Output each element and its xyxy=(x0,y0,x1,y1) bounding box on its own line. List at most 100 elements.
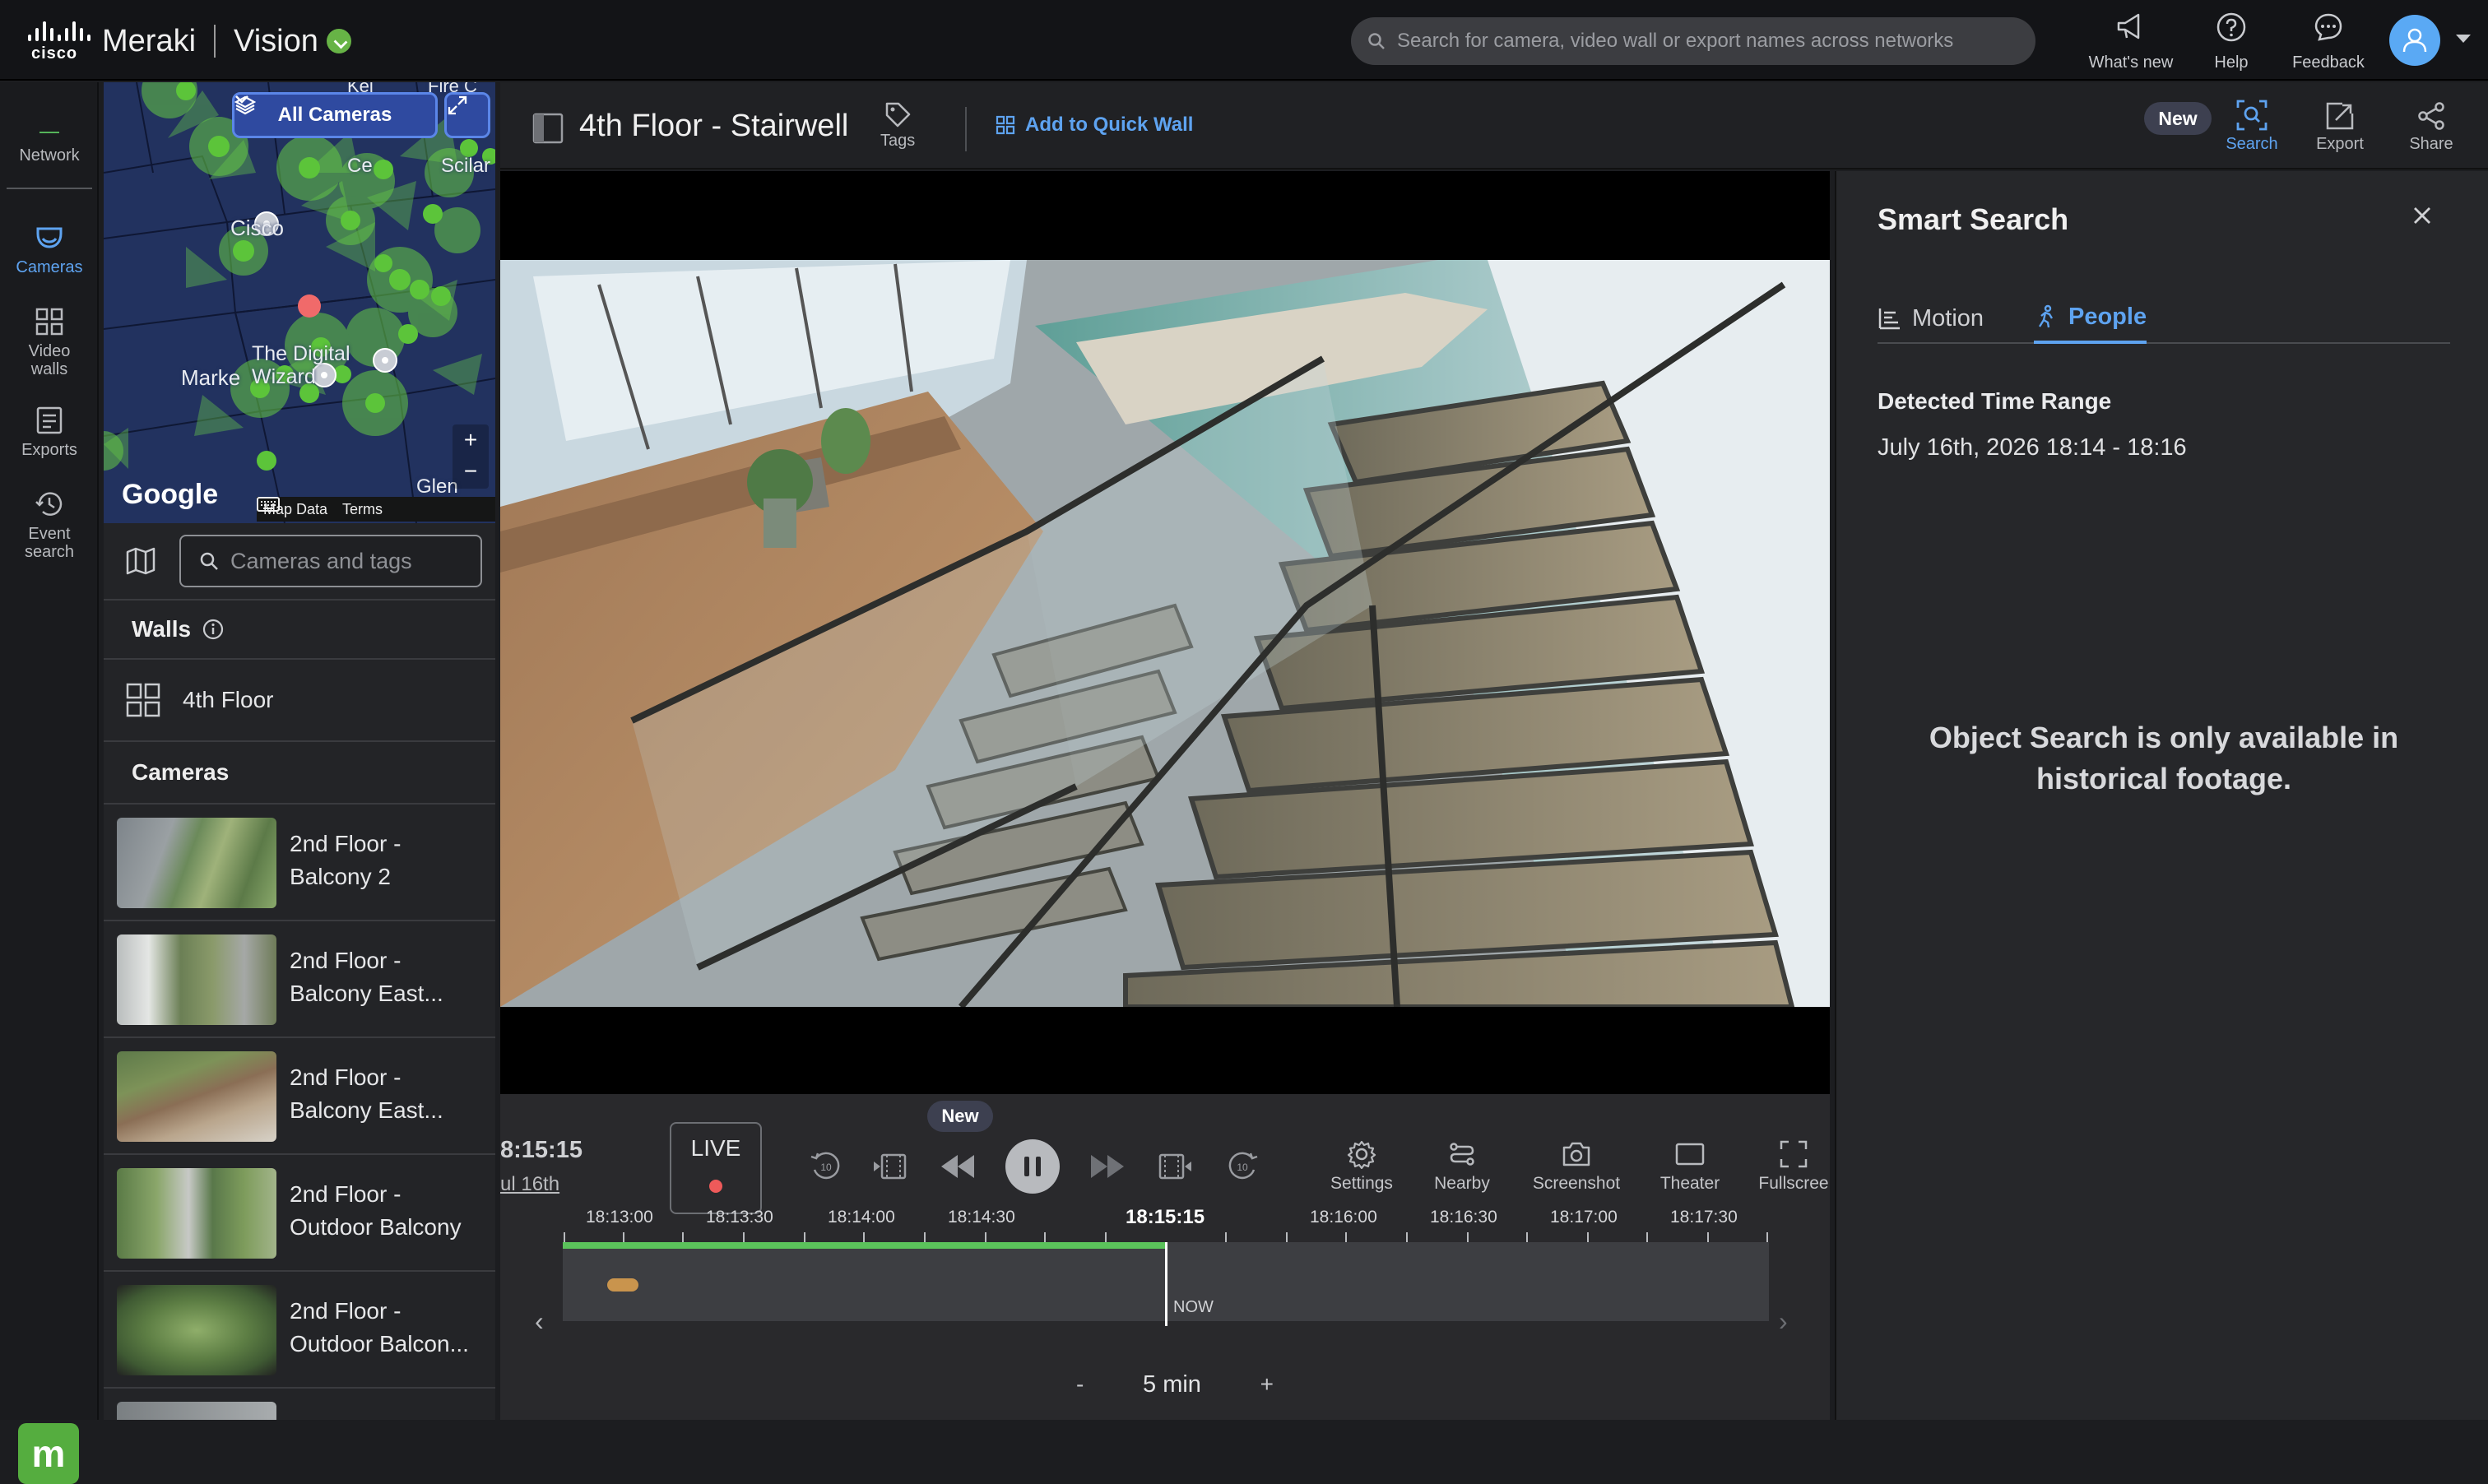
camera-name: 2nd Floor - Balcony 2 xyxy=(290,831,402,889)
brand-logo[interactable]: cisco Meraki Vision xyxy=(28,20,351,63)
zoom-in-button[interactable]: + xyxy=(1260,1371,1274,1398)
screenshot-button[interactable]: Screenshot xyxy=(1524,1139,1629,1194)
nav-event-search[interactable]: Event search xyxy=(0,489,99,561)
map-icon[interactable] xyxy=(125,546,156,576)
nav-event-search-label: Event search xyxy=(24,525,75,561)
all-cameras-dropdown[interactable]: All Cameras xyxy=(232,92,438,138)
nav-video-walls[interactable]: Video walls xyxy=(0,306,99,378)
timeline-next-icon[interactable]: › xyxy=(1779,1306,1788,1337)
search-icon xyxy=(200,552,218,570)
camera-dome-icon xyxy=(36,227,63,248)
live-indicator-icon xyxy=(709,1180,722,1193)
tab-people-label: People xyxy=(2068,303,2147,330)
nearby-icon xyxy=(1450,1143,1474,1166)
video-wall-icon xyxy=(35,308,63,336)
fullscreen-button[interactable]: Fullscree xyxy=(1757,1139,1830,1194)
theater-button[interactable]: Theater xyxy=(1655,1139,1724,1194)
map-expand-button[interactable] xyxy=(444,92,490,138)
add-to-quick-wall-button[interactable]: Add to Quick Wall xyxy=(996,114,1193,137)
search-button[interactable]: Search xyxy=(2218,99,2286,154)
add-to-quick-wall-label: Add to Quick Wall xyxy=(1025,114,1194,136)
forward-10-button[interactable]: 10 xyxy=(1224,1148,1260,1189)
quick-wall-icon xyxy=(996,115,1015,135)
timeline-motion-event[interactable] xyxy=(607,1278,638,1292)
nav-network[interactable]: Network xyxy=(0,132,99,165)
timeline-current-label: 18:15:15 xyxy=(1126,1206,1205,1228)
cisco-bars-icon xyxy=(28,21,91,41)
timeline[interactable]: 18:13:00 18:13:30 18:14:00 18:14:30 18:1… xyxy=(563,1201,1769,1366)
screenshot-label: Screenshot xyxy=(1532,1174,1621,1193)
smart-search-title: Smart Search xyxy=(1878,202,2069,236)
nav-divider xyxy=(7,188,92,189)
frame-forward-icon xyxy=(1158,1153,1191,1180)
timeline-playhead[interactable] xyxy=(1165,1242,1167,1326)
motion-icon xyxy=(1878,308,1900,330)
fullscreen-icon xyxy=(1780,1140,1808,1168)
map-zoom-out-button[interactable]: − xyxy=(453,456,489,487)
timeline-ticks xyxy=(564,1232,1768,1242)
panel-toggle-icon[interactable] xyxy=(531,112,564,145)
nav-exports[interactable]: Exports xyxy=(0,405,99,459)
close-icon[interactable] xyxy=(2409,202,2435,229)
camera-list-item[interactable]: 2nd Floor - Outdoor Balcon... xyxy=(104,1272,495,1389)
camera-map[interactable]: Cisco The Digital Wizard Marke Glen Kel … xyxy=(104,82,495,523)
nav-cameras[interactable]: Cameras xyxy=(0,224,99,276)
tags-button[interactable]: Tags xyxy=(880,100,915,151)
smart-search-tabs: Motion People xyxy=(1878,293,2450,344)
camera-list-item[interactable]: 2nd Floor - Balcony 2 xyxy=(104,805,495,921)
fast-rewind-button[interactable] xyxy=(938,1148,977,1189)
camera-list-item[interactable]: 2nd Floor - Outdoor Balcony xyxy=(104,1155,495,1272)
next-frame-button[interactable] xyxy=(1153,1148,1193,1189)
chevron-down-icon[interactable] xyxy=(2456,35,2471,43)
tab-people[interactable]: People xyxy=(2034,293,2147,344)
rewind-seconds-label: 10 xyxy=(820,1162,832,1173)
timeline-prev-icon[interactable]: ‹ xyxy=(535,1306,544,1337)
wall-item[interactable]: 4th Floor xyxy=(104,660,495,742)
export-label: Export xyxy=(2316,135,2364,153)
rewind-10-icon: 10 xyxy=(810,1152,840,1180)
nearby-button[interactable]: Nearby xyxy=(1427,1139,1497,1194)
camera-search-input[interactable]: Cameras and tags xyxy=(179,535,482,587)
meraki-logo-icon[interactable]: m xyxy=(18,1423,79,1484)
video-player[interactable] xyxy=(500,171,1830,1094)
previous-frame-button[interactable] xyxy=(872,1148,912,1189)
user-avatar[interactable] xyxy=(2389,15,2440,66)
global-search-input[interactable]: Search for camera, video wall or export … xyxy=(1351,17,2035,65)
camera-list-item[interactable]: 2nd Floor - Balcony East... xyxy=(104,1038,495,1155)
nav-network-label: Network xyxy=(19,146,80,165)
share-icon xyxy=(2418,102,2444,130)
camera-list-item[interactable]: 2nd Floor - Balcony East... xyxy=(104,921,495,1038)
top-bar: cisco Meraki Vision Search for camera, v… xyxy=(0,0,2488,81)
exports-icon xyxy=(36,406,63,434)
rewind-10-button[interactable]: 10 xyxy=(808,1148,844,1189)
share-button[interactable]: Share xyxy=(2402,100,2460,154)
whats-new-button[interactable]: What's new xyxy=(2075,12,2187,72)
zoom-out-button[interactable]: - xyxy=(1076,1371,1084,1398)
map-label: Cisco xyxy=(230,216,285,240)
map-attribution: Map Data Terms xyxy=(257,497,495,522)
current-date-link[interactable]: ul 16th xyxy=(500,1173,559,1196)
camera-list-item[interactable] xyxy=(104,1389,495,1420)
timeline-tick-label: 18:13:00 xyxy=(586,1208,653,1227)
feedback-button[interactable]: Feedback xyxy=(2287,12,2370,72)
timeline-tick-label: 18:16:30 xyxy=(1430,1208,1497,1227)
timeline-tick-label: 18:17:30 xyxy=(1670,1208,1738,1227)
camera-thumbnail xyxy=(117,1402,276,1420)
settings-label: Settings xyxy=(1330,1174,1393,1193)
map-zoom-in-button[interactable]: + xyxy=(453,424,489,456)
map-zoom-control[interactable]: + − xyxy=(453,424,489,489)
forward-seconds-label: 10 xyxy=(1237,1162,1248,1173)
megaphone-icon xyxy=(2117,13,2140,39)
tab-motion[interactable]: Motion xyxy=(1878,293,1984,344)
cameras-heading: Cameras xyxy=(132,759,230,785)
info-icon[interactable] xyxy=(202,619,224,640)
export-button[interactable]: Export xyxy=(2307,100,2373,154)
current-time: 8:15:15 xyxy=(500,1137,583,1163)
fast-forward-button[interactable] xyxy=(1088,1148,1127,1189)
help-button[interactable]: Help xyxy=(2198,12,2264,72)
keyboard-icon[interactable] xyxy=(257,497,280,512)
map-label: Scilar xyxy=(441,155,491,177)
pause-button[interactable] xyxy=(1005,1139,1060,1194)
map-terms-link[interactable]: Terms xyxy=(342,501,383,518)
settings-button[interactable]: Settings xyxy=(1323,1139,1400,1194)
